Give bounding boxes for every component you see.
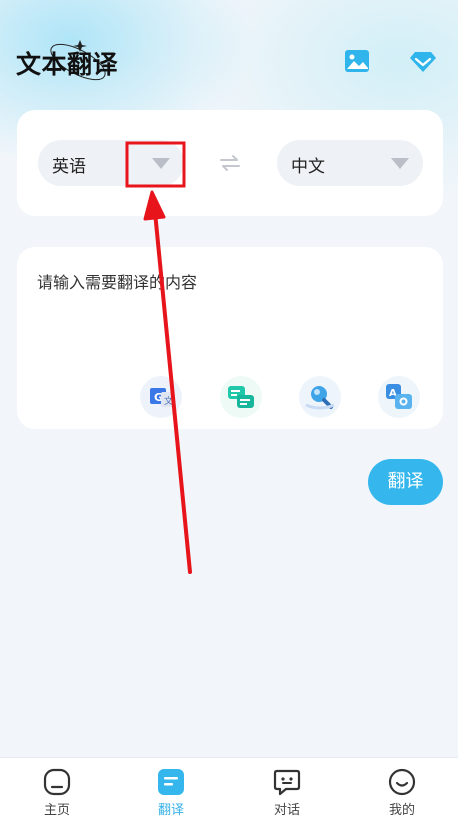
home-icon (43, 768, 71, 796)
profile-icon (388, 768, 416, 796)
target-language-label: 中文 (291, 157, 325, 177)
text-input-card[interactable]: 请输入需要翻译的内容 G 文 A (17, 247, 443, 429)
document-translate-button[interactable] (219, 375, 263, 419)
text-input-placeholder[interactable]: 请输入需要翻译的内容 (37, 269, 417, 293)
nav-label-home: 主页 (43, 803, 70, 818)
google-translate-icon: G 文 (140, 376, 182, 418)
document-translate-icon (220, 376, 262, 418)
triangle-down-icon[interactable] (152, 158, 170, 169)
nav-item-profile[interactable]: 我的 (345, 758, 458, 820)
source-language-select[interactable]: 英语 (38, 140, 184, 186)
swap-arrows-icon[interactable] (219, 154, 241, 172)
image-translate-button[interactable] (342, 46, 372, 76)
triangle-down-icon[interactable] (391, 158, 409, 169)
target-language-select[interactable]: 中文 (277, 140, 423, 186)
lookup-search-button[interactable] (298, 375, 342, 419)
nav-label-profile: 我的 (388, 803, 415, 818)
page-title: 文本翻译 (16, 50, 119, 79)
google-translate-button[interactable]: G 文 (139, 375, 183, 419)
image-icon (345, 50, 369, 72)
nav-item-home[interactable]: 主页 (0, 758, 114, 820)
nav-item-translate[interactable]: 翻译 (114, 758, 228, 820)
language-selector-card: 英语 中文 (17, 110, 443, 216)
magnifier-search-icon (299, 376, 341, 418)
vip-button[interactable] (408, 46, 438, 76)
nav-label-translate: 翻译 (157, 803, 184, 818)
chat-icon (273, 769, 301, 796)
svg-text:文: 文 (164, 395, 173, 407)
translate-doc-icon (158, 769, 184, 795)
bottom-navigation: 主页 翻译 对话 我的 (0, 757, 458, 820)
diamond-icon (410, 52, 436, 72)
app-header: 文本翻译 (0, 0, 458, 110)
source-language-label: 英语 (52, 157, 86, 177)
camera-translate-button[interactable]: A (377, 375, 421, 419)
nav-label-chat: 对话 (273, 803, 300, 818)
nav-item-chat[interactable]: 对话 (230, 758, 344, 820)
translate-button[interactable]: 翻译 (368, 459, 443, 505)
camera-translate-icon: A (378, 376, 420, 418)
